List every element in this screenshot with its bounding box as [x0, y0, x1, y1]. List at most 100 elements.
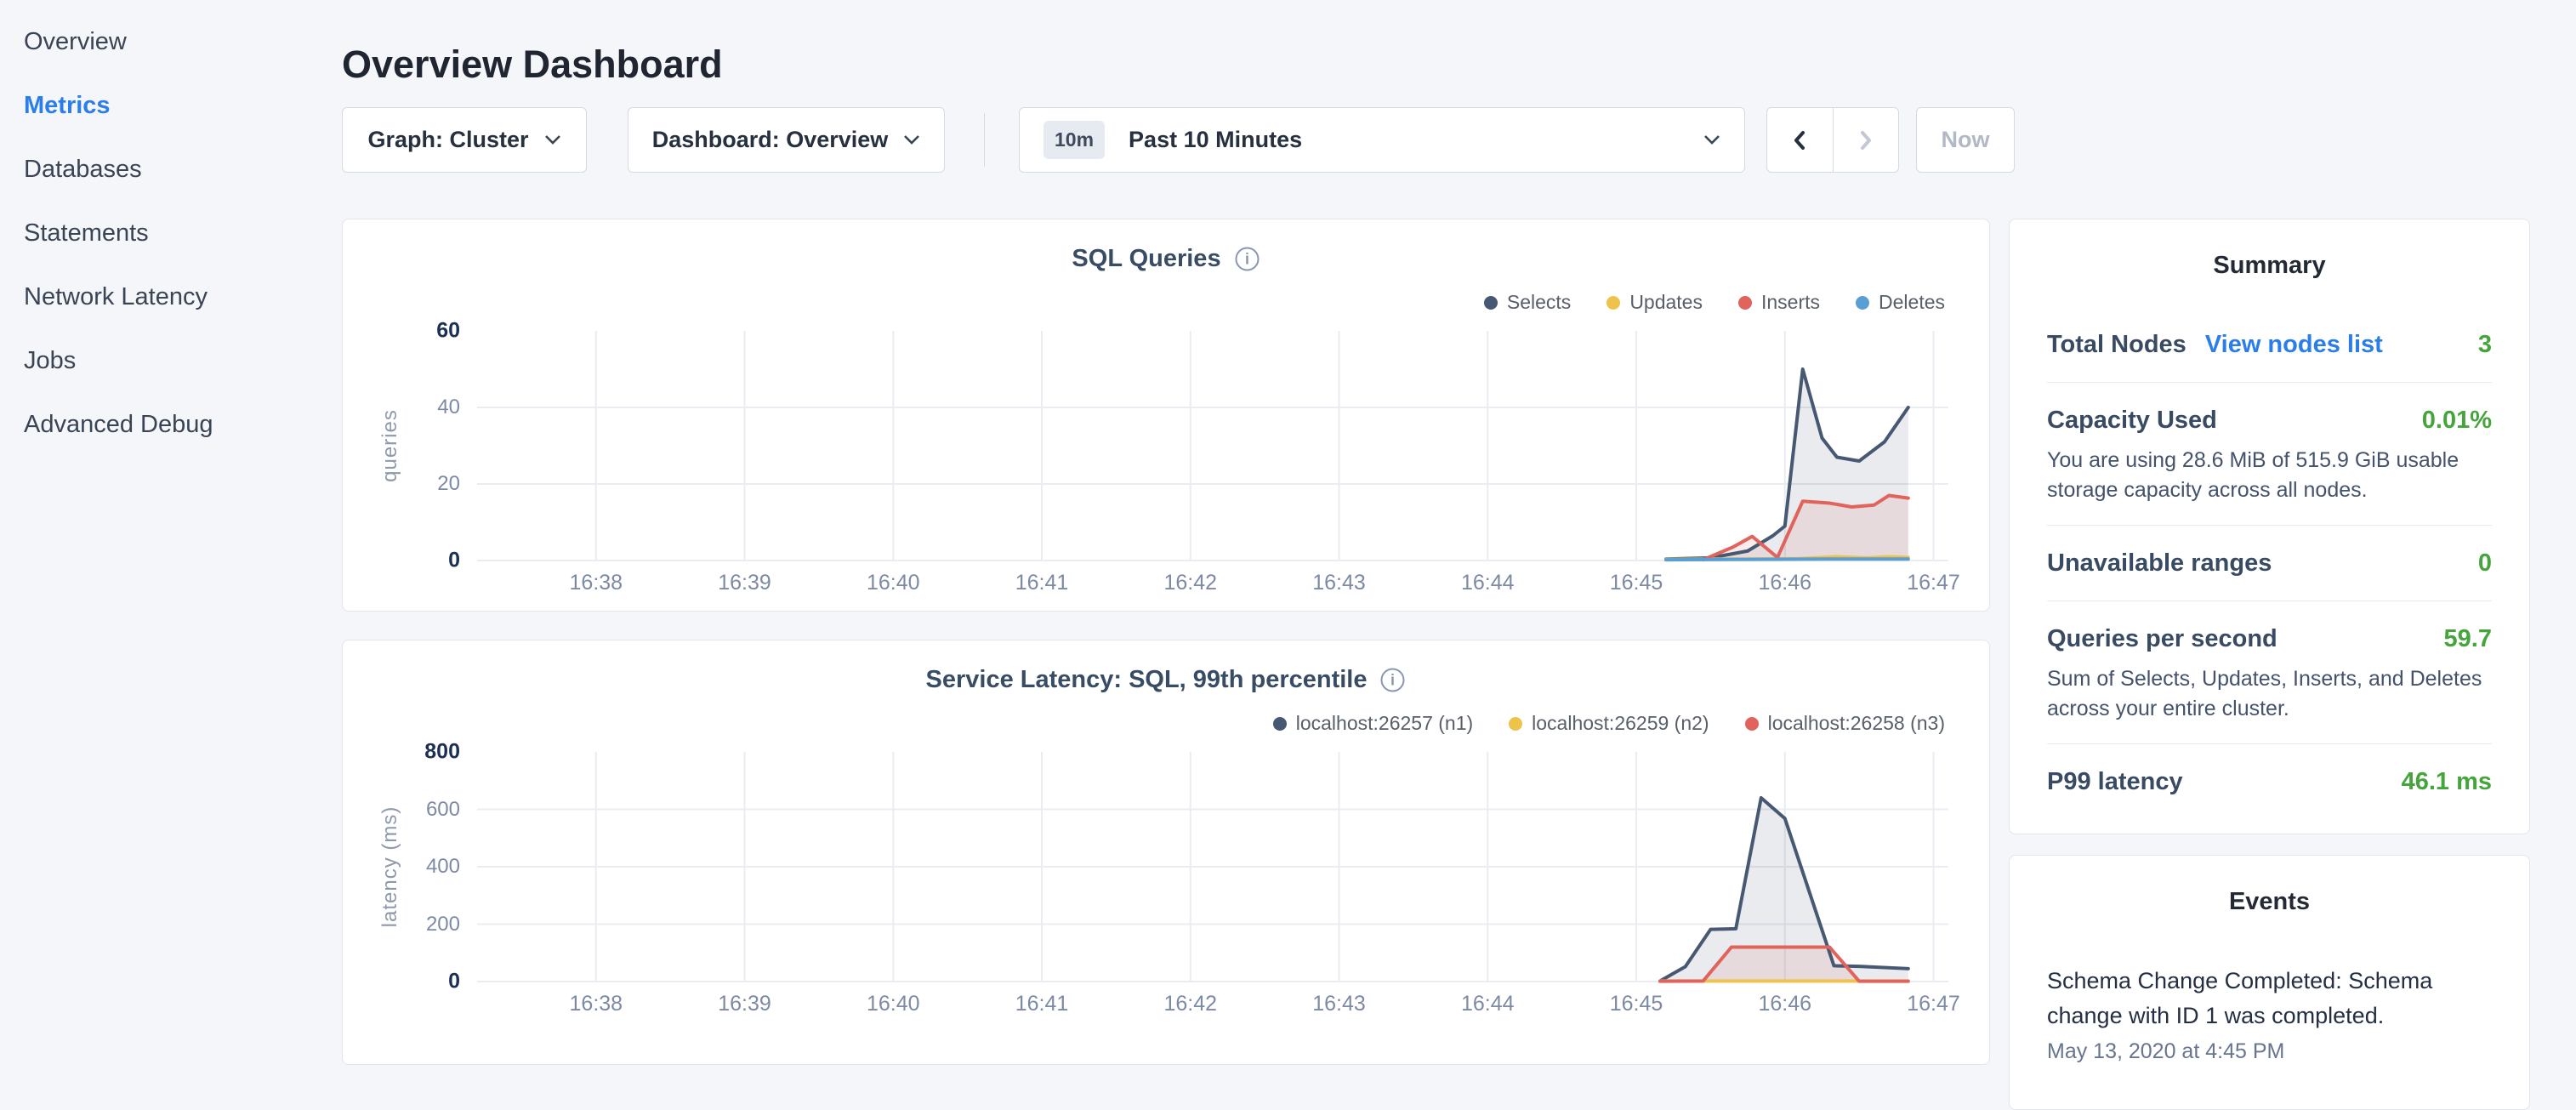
x-axis-tick: 16:42 — [1164, 571, 1218, 595]
y-axis-tick: 600 — [360, 798, 460, 822]
summary-row: P99 latency 46.1 ms — [2047, 765, 2492, 799]
time-window-badge: 10m — [1043, 121, 1105, 159]
x-axis-tick: 16:41 — [1015, 992, 1069, 1016]
view-nodes-list-link[interactable]: View nodes list — [2205, 331, 2383, 359]
chart-title: SQL Queries — [1072, 245, 1220, 273]
event-message: Schema Change Completed: Schema change w… — [2047, 964, 2492, 1033]
time-window-label: Past 10 Minutes — [1129, 127, 1302, 153]
summary-divider — [2047, 382, 2492, 383]
x-axis-tick: 16:41 — [1015, 571, 1069, 595]
chart-plot-area — [477, 331, 1948, 561]
service-latency-chart-card: Service Latency: SQL, 99th percentilei lo… — [342, 640, 1990, 1065]
x-axis-tick: 16:43 — [1312, 571, 1366, 595]
x-axis-tick: 16:40 — [867, 992, 920, 1016]
time-window-dropdown[interactable]: 10m Past 10 Minutes — [1019, 107, 1745, 173]
y-axis-tick: 20 — [360, 472, 460, 496]
y-axis-tick: 60 — [360, 319, 460, 344]
summary-row-description: Sum of Selects, Updates, Inserts, and De… — [2047, 664, 2492, 723]
summary-row: Queries per second59.7 — [2047, 622, 2492, 656]
y-axis-tick: 40 — [360, 396, 460, 419]
x-axis-tick: 16:38 — [570, 992, 623, 1016]
summary-row: Unavailable ranges 0 — [2047, 546, 2492, 580]
x-axis-tick: 16:43 — [1312, 992, 1366, 1016]
y-axis-label: latency (ms) — [378, 806, 402, 928]
x-axis-tick: 16:45 — [1610, 571, 1663, 595]
page-title: Overview Dashboard — [342, 43, 723, 87]
legend-label: localhost:26257 (n1) — [1296, 712, 1473, 735]
x-axis-tick: 16:42 — [1164, 992, 1218, 1016]
y-axis-tick: 0 — [360, 970, 460, 994]
overview-dashboard-page: { "sidebar": { "items": [ {"label": "Ove… — [0, 0, 2576, 1051]
sidebar-item-overview[interactable]: Overview — [0, 10, 340, 74]
x-axis-tick: 16:46 — [1758, 571, 1811, 595]
sidebar: OverviewMetricsDatabasesStatementsNetwor… — [0, 0, 340, 457]
legend-dot-icon — [1606, 296, 1620, 310]
chart-plot-area — [477, 752, 1948, 982]
graph-selector-label: Graph: Cluster — [367, 127, 528, 153]
now-button[interactable]: Now — [1916, 107, 2015, 173]
controls-divider — [984, 113, 985, 167]
events-list: Schema Change Completed: Schema change w… — [2047, 964, 2492, 1064]
summary-row-label: Total Nodes — [2047, 331, 2186, 359]
x-axis-tick: 16:47 — [1907, 571, 1960, 595]
sidebar-item-jobs[interactable]: Jobs — [0, 329, 340, 393]
summary-row-label: Queries per second — [2047, 625, 2277, 653]
legend-label: Selects — [1507, 291, 1571, 314]
legend-label: Deletes — [1879, 291, 1945, 314]
y-axis-tick: 400 — [360, 855, 460, 879]
previous-time-button[interactable] — [1767, 108, 1834, 172]
chevron-down-icon — [903, 134, 920, 145]
x-axis-tick: 16:46 — [1758, 992, 1811, 1016]
chevron-down-icon — [1703, 134, 1720, 145]
summary-row-label: Capacity Used — [2047, 407, 2217, 435]
chart-svg — [477, 752, 1948, 982]
x-axis-tick: 16:40 — [867, 571, 920, 595]
summary-row-value: 0 — [2478, 549, 2492, 578]
chevron-down-icon — [544, 134, 561, 145]
y-axis-tick: 800 — [360, 740, 460, 765]
event-timestamp: May 13, 2020 at 4:45 PM — [2047, 1039, 2492, 1064]
chart-header: SQL Queries i — [343, 245, 1989, 273]
info-icon[interactable]: i — [1379, 667, 1406, 693]
summary-divider — [2047, 525, 2492, 526]
next-time-button[interactable] — [1834, 108, 1899, 172]
sidebar-item-metrics[interactable]: Metrics — [0, 74, 340, 138]
summary-row-label: Unavailable ranges — [2047, 549, 2272, 578]
time-step-buttons — [1766, 107, 1899, 173]
x-axis-tick: 16:45 — [1610, 992, 1663, 1016]
summary-row-value: 46.1 ms — [2402, 768, 2492, 796]
chart-header: Service Latency: SQL, 99th percentilei — [343, 666, 1989, 694]
y-axis-tick: 200 — [360, 913, 460, 936]
legend-dot-icon — [1745, 717, 1759, 731]
sidebar-item-advanced-debug[interactable]: Advanced Debug — [0, 393, 340, 457]
dashboard-selector-dropdown[interactable]: Dashboard: Overview — [628, 107, 945, 173]
events-panel: Events Schema Change Completed: Schema c… — [2009, 855, 2530, 1110]
summary-row-description: You are using 28.6 MiB of 515.9 GiB usab… — [2047, 446, 2492, 504]
legend-item: localhost:26259 (n2) — [1509, 712, 1709, 735]
legend-dot-icon — [1738, 296, 1752, 310]
graph-selector-dropdown[interactable]: Graph: Cluster — [342, 107, 587, 173]
y-axis-label: queries — [378, 409, 402, 482]
sidebar-item-statements[interactable]: Statements — [0, 202, 340, 265]
legend-dot-icon — [1509, 717, 1522, 731]
legend-item: localhost:26258 (n3) — [1745, 712, 1945, 735]
sidebar-item-databases[interactable]: Databases — [0, 138, 340, 202]
legend-item: Inserts — [1738, 291, 1820, 314]
x-axis-tick: 16:44 — [1461, 992, 1515, 1016]
summary-rows: Total NodesView nodes list3Capacity Used… — [2047, 327, 2492, 799]
x-axis-tick: 16:39 — [718, 571, 771, 595]
chevron-left-icon — [1790, 128, 1809, 153]
summary-row: Capacity Used 0.01% — [2047, 403, 2492, 437]
legend-label: localhost:26259 (n2) — [1532, 712, 1709, 735]
y-axis-tick: 0 — [360, 549, 460, 573]
summary-row-value: 0.01% — [2422, 407, 2492, 435]
chevron-right-icon — [1857, 128, 1875, 153]
svg-text:i: i — [1390, 672, 1395, 689]
legend-item: localhost:26257 (n1) — [1273, 712, 1473, 735]
legend-label: localhost:26258 (n3) — [1768, 712, 1945, 735]
legend-label: Updates — [1629, 291, 1703, 314]
sidebar-item-network-latency[interactable]: Network Latency — [0, 265, 340, 329]
chart-svg — [477, 331, 1948, 561]
summary-row-label: P99 latency — [2047, 768, 2183, 796]
info-icon[interactable]: i — [1234, 246, 1260, 272]
